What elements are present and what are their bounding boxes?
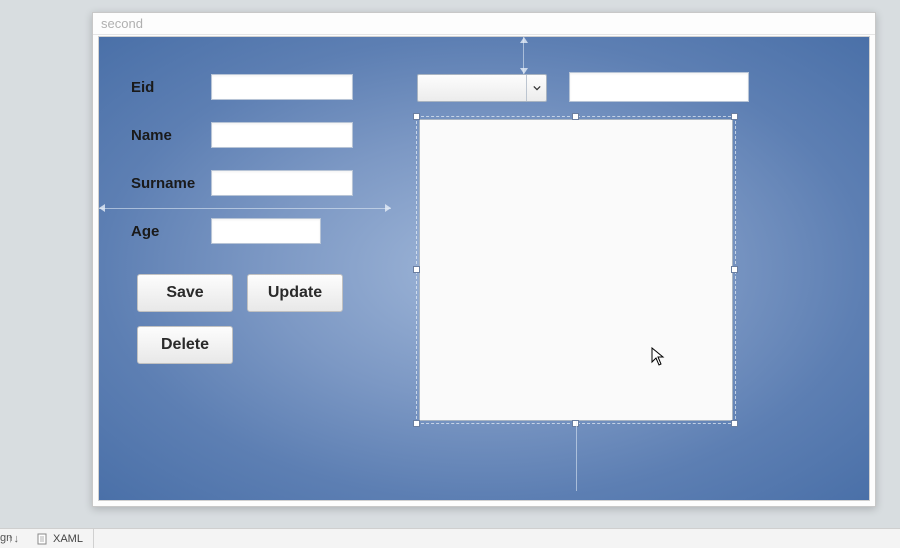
- chevron-down-icon: [533, 79, 541, 97]
- surname-label: Surname: [131, 175, 195, 192]
- layout-guide-vertical-bottom: [576, 421, 577, 491]
- design-surface[interactable]: Eid Name Surname Age: [98, 36, 870, 501]
- combo-selected: [418, 76, 424, 91]
- surname-input[interactable]: [211, 170, 353, 196]
- designer-window: second Eid Name Surname Age: [92, 12, 876, 507]
- layout-guide-vertical: [523, 37, 524, 74]
- resize-handle-sw[interactable]: [413, 420, 420, 427]
- delete-button[interactable]: Delete: [137, 326, 233, 364]
- age-input[interactable]: [211, 218, 321, 244]
- window-title: second: [93, 13, 875, 35]
- combo-box[interactable]: [417, 74, 547, 102]
- name-input[interactable]: [211, 122, 353, 148]
- arrow-right-icon: [385, 204, 391, 212]
- arrow-left-icon: [99, 204, 105, 212]
- resize-handle-se[interactable]: [731, 420, 738, 427]
- name-label: Name: [131, 127, 172, 144]
- eid-input[interactable]: [211, 74, 353, 100]
- bottom-tab-strip: gn ↑↓ XAML: [0, 528, 900, 548]
- layout-guide-horizontal: [99, 208, 391, 209]
- resize-handle-s[interactable]: [572, 420, 579, 427]
- tab-xaml[interactable]: XAML: [27, 529, 94, 548]
- right-text-input[interactable]: [569, 72, 749, 102]
- tab-design[interactable]: gn: [0, 528, 30, 548]
- content-panel[interactable]: [419, 119, 733, 421]
- update-button[interactable]: Update: [247, 274, 343, 312]
- eid-label: Eid: [131, 79, 154, 96]
- tab-xaml-label: XAML: [53, 533, 83, 545]
- age-label: Age: [131, 223, 159, 240]
- combo-drop-button[interactable]: [526, 75, 546, 101]
- arrow-up-icon: [520, 37, 528, 43]
- save-button[interactable]: Save: [137, 274, 233, 312]
- xaml-file-icon: [37, 533, 49, 545]
